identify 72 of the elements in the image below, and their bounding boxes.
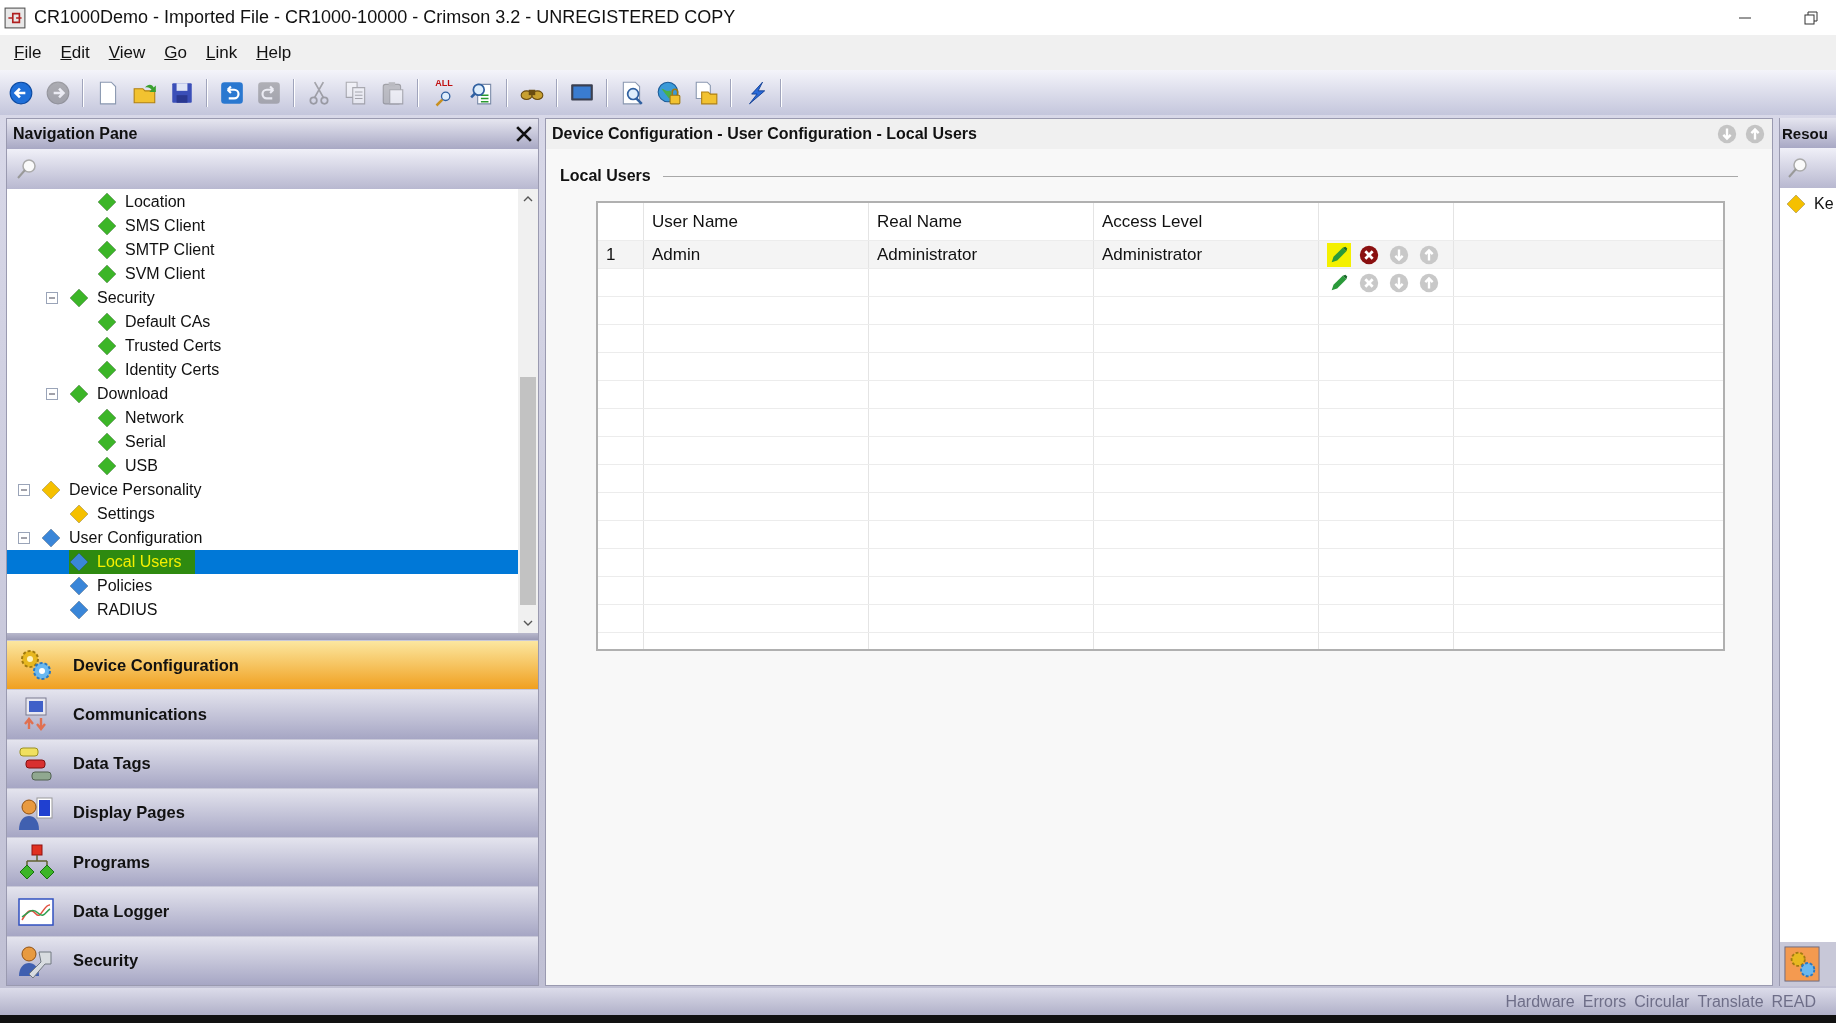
- tree-item[interactable]: Location: [7, 190, 518, 214]
- flowchart-icon: [17, 843, 55, 882]
- tree-item[interactable]: Serial: [7, 430, 518, 454]
- documents-folder-icon[interactable]: [693, 79, 719, 106]
- tree-item[interactable]: SVM Client: [7, 262, 518, 286]
- pencil-icon[interactable]: [1327, 242, 1351, 267]
- globe-lock-icon[interactable]: [656, 79, 682, 106]
- tags-icon: [17, 744, 55, 783]
- table-cell: Admin: [644, 241, 869, 268]
- menu-item[interactable]: Go: [156, 42, 198, 63]
- status-indicator: Circular: [1634, 992, 1690, 1011]
- section-title: Local Users: [560, 167, 651, 185]
- collapse-toggle-icon[interactable]: [18, 532, 30, 544]
- selected-tree-item[interactable]: Local Users: [7, 550, 518, 574]
- collapse-toggle-icon[interactable]: [46, 292, 58, 304]
- tree-item[interactable]: Device Personality: [7, 478, 518, 502]
- category-button[interactable]: Communications: [7, 689, 538, 739]
- tree-item[interactable]: Settings: [7, 502, 518, 526]
- status-indicator: Hardware: [1505, 992, 1575, 1011]
- tree-item[interactable]: Download: [7, 382, 518, 406]
- tree-item[interactable]: USB: [7, 454, 518, 478]
- undo-icon[interactable]: [219, 79, 245, 106]
- menu-item[interactable]: Help: [248, 42, 303, 63]
- resource-item[interactable]: Ke: [1814, 195, 1834, 213]
- tree-item[interactable]: Network: [7, 406, 518, 430]
- menu-item[interactable]: Edit: [52, 42, 101, 63]
- search-icon[interactable]: [15, 157, 39, 181]
- tree-item[interactable]: Identity Certs: [7, 358, 518, 382]
- menu-item[interactable]: View: [100, 42, 157, 63]
- app-icon: [4, 6, 26, 29]
- menu-item[interactable]: Link: [198, 42, 249, 63]
- gears-icon[interactable]: [1784, 946, 1820, 982]
- restore-icon[interactable]: [1804, 10, 1818, 25]
- find-all-button[interactable]: ALL: [430, 77, 458, 108]
- category-button[interactable]: Programs: [7, 837, 538, 887]
- move-up-icon[interactable]: [1744, 123, 1766, 145]
- table-cell: Administrator: [869, 241, 1094, 268]
- menu-item[interactable]: File: [6, 42, 53, 63]
- tree-item[interactable]: RADIUS: [7, 598, 518, 622]
- pane-title: Resou: [1782, 124, 1828, 142]
- category-button[interactable]: Display Pages: [7, 787, 538, 838]
- collapse-toggle-icon[interactable]: [46, 388, 58, 400]
- tree-item[interactable]: Security: [7, 286, 518, 310]
- tree-item[interactable]: SMTP Client: [7, 238, 518, 262]
- tree-item[interactable]: Trusted Certs: [7, 334, 518, 358]
- window-title: CR1000Demo - Imported File - CR1000-10000 - Crimson 3.2 - UNREGISTERED COPY: [34, 7, 736, 28]
- category-button[interactable]: Device Configuration: [7, 639, 538, 690]
- column-header: Access Level: [1094, 203, 1319, 240]
- category-button[interactable]: Data Tags: [7, 738, 538, 788]
- pane-title: Navigation Pane: [13, 125, 138, 143]
- search-icon[interactable]: [1786, 156, 1810, 180]
- category-button[interactable]: Data Logger: [7, 886, 538, 936]
- status-indicator: READ: [1771, 992, 1816, 1011]
- table-cell: Administrator: [1094, 241, 1319, 268]
- tree-item[interactable]: User Configuration: [7, 526, 518, 550]
- row-number: 1: [598, 241, 644, 268]
- close-icon[interactable]: [516, 126, 532, 142]
- splitter-handle[interactable]: [7, 632, 538, 640]
- diamond-icon: [1786, 194, 1806, 214]
- status-indicator: Translate: [1697, 992, 1764, 1011]
- tree-item[interactable]: Policies: [7, 574, 518, 598]
- category-button[interactable]: Security: [7, 935, 538, 985]
- status-indicator: Errors: [1582, 992, 1627, 1011]
- breadcrumb: Device Configuration - User Configuration - Local Users: [552, 125, 977, 143]
- scrollbar[interactable]: [518, 189, 538, 633]
- tree-item[interactable]: SMS Client: [7, 214, 518, 238]
- collapse-toggle-icon[interactable]: [18, 484, 30, 496]
- column-header: User Name: [644, 203, 869, 240]
- tree-item[interactable]: Default CAs: [7, 310, 518, 334]
- column-header: Real Name: [869, 203, 1094, 240]
- back-icon[interactable]: [8, 79, 34, 106]
- move-down-icon[interactable]: [1716, 123, 1738, 145]
